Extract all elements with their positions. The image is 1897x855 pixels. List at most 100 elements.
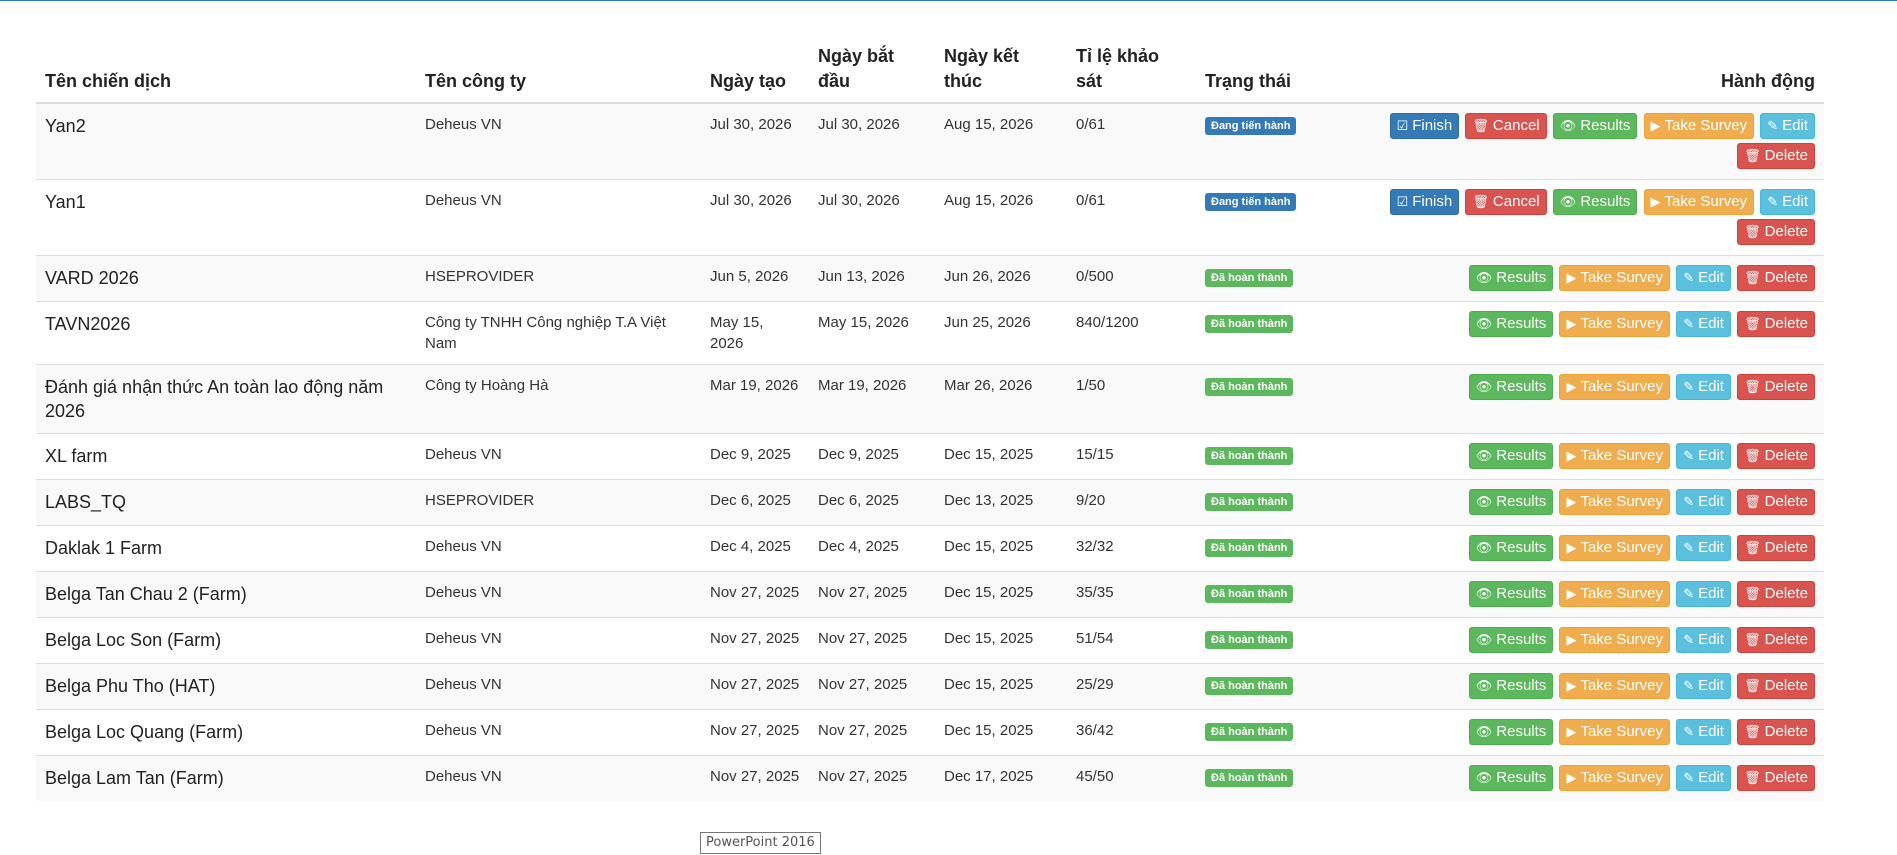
delete-button[interactable]: 🗑 Delete (1737, 489, 1815, 515)
campaign-name: Belga Lam Tan (Farm) (36, 755, 416, 801)
edit-button[interactable]: ✎ Edit (1676, 627, 1731, 653)
header-start-date: Ngày bắt đầu (809, 36, 935, 104)
take-survey-button-label: Take Survey (1580, 269, 1664, 286)
take-survey-button[interactable]: ▶ Take Survey (1559, 311, 1671, 337)
results-button[interactable]: 👁 Results (1552, 189, 1638, 215)
edit-button[interactable]: ✎ Edit (1676, 535, 1731, 561)
take-survey-button[interactable]: ▶ Take Survey (1559, 765, 1671, 791)
results-button[interactable]: 👁 Results (1468, 765, 1554, 791)
edit-button[interactable]: ✎ Edit (1676, 374, 1731, 400)
results-button[interactable]: 👁 Results (1552, 113, 1638, 139)
campaign-name: TAVN2026 (36, 301, 416, 365)
results-button[interactable]: 👁 Results (1468, 627, 1554, 653)
edit-icon: ✎ (1683, 448, 1695, 463)
company-name: Deheus VN (416, 663, 701, 710)
campaign-name: XL farm (36, 433, 416, 480)
eye-icon: 👁 (1475, 632, 1493, 647)
results-button[interactable]: 👁 Results (1468, 311, 1554, 337)
take-survey-button[interactable]: ▶ Take Survey (1559, 581, 1671, 607)
take-survey-button[interactable]: ▶ Take Survey (1559, 443, 1671, 469)
delete-button[interactable]: 🗑 Delete (1737, 219, 1815, 245)
trash-icon: 🗑 (1472, 118, 1489, 133)
results-button[interactable]: 👁 Results (1468, 489, 1554, 515)
take-survey-button[interactable]: ▶ Take Survey (1559, 535, 1671, 561)
edit-button[interactable]: ✎ Edit (1676, 311, 1731, 337)
take-survey-button-label: Take Survey (1580, 378, 1664, 395)
company-name: Deheus VN (416, 571, 701, 618)
delete-button[interactable]: 🗑 Delete (1737, 143, 1815, 169)
results-button[interactable]: 👁 Results (1468, 535, 1554, 561)
delete-button[interactable]: 🗑 Delete (1737, 443, 1815, 469)
campaign-name: Belga Tan Chau 2 (Farm) (36, 571, 416, 618)
take-survey-button[interactable]: ▶ Take Survey (1559, 489, 1671, 515)
finish-button[interactable]: ☑ Finish (1389, 113, 1460, 139)
delete-button[interactable]: 🗑 Delete (1737, 535, 1815, 561)
edit-button[interactable]: ✎ Edit (1676, 265, 1731, 291)
cancel-button-label: Cancel (1492, 117, 1540, 134)
created-date: Dec 9, 2025 (701, 433, 809, 480)
created-date: Nov 27, 2025 (701, 571, 809, 618)
results-button[interactable]: 👁 Results (1468, 265, 1554, 291)
finish-button[interactable]: ☑ Finish (1389, 189, 1460, 215)
edit-button[interactable]: ✎ Edit (1676, 673, 1731, 699)
take-survey-button[interactable]: ▶ Take Survey (1559, 374, 1671, 400)
table-row: TAVN2026 Công ty TNHH Công nghiệp T.A Việ… (36, 301, 1824, 365)
take-survey-button[interactable]: ▶ Take Survey (1559, 265, 1671, 291)
delete-button[interactable]: 🗑 Delete (1737, 673, 1815, 699)
cancel-button[interactable]: 🗑 Cancel (1465, 113, 1547, 139)
start-date: Dec 6, 2025 (809, 479, 935, 526)
edit-icon: ✎ (1683, 379, 1695, 394)
results-button-label: Results (1496, 677, 1547, 694)
play-icon: ▶ (1650, 194, 1661, 209)
edit-button[interactable]: ✎ Edit (1676, 719, 1731, 745)
results-button[interactable]: 👁 Results (1468, 374, 1554, 400)
created-date: Jul 30, 2026 (701, 102, 809, 180)
edit-button[interactable]: ✎ Edit (1676, 443, 1731, 469)
actions-cell: 👁 Results ▶ Take Survey ✎ Edit 🗑 Delete (1371, 525, 1824, 572)
take-survey-button[interactable]: ▶ Take Survey (1559, 627, 1671, 653)
results-button[interactable]: 👁 Results (1468, 443, 1554, 469)
status-cell: Đã hoàn thành (1196, 364, 1371, 434)
end-date: Dec 15, 2025 (935, 663, 1067, 710)
take-survey-button[interactable]: ▶ Take Survey (1643, 189, 1755, 215)
eye-icon: 👁 (1559, 118, 1577, 133)
delete-button[interactable]: 🗑 Delete (1737, 581, 1815, 607)
campaign-name: Belga Loc Son (Farm) (36, 617, 416, 664)
delete-button[interactable]: 🗑 Delete (1737, 627, 1815, 653)
edit-icon: ✎ (1683, 270, 1695, 285)
table-row: Yan1 Deheus VN Jul 30, 2026 Jul 30, 2026 Aug… (36, 179, 1824, 256)
start-date: Dec 9, 2025 (809, 433, 935, 480)
take-survey-button[interactable]: ▶ Take Survey (1559, 719, 1671, 745)
company-name: HSEPROVIDER (416, 479, 701, 526)
trash-icon: 🗑 (1744, 448, 1761, 463)
campaign-name: Yan2 (36, 102, 416, 180)
results-button[interactable]: 👁 Results (1468, 581, 1554, 607)
edit-button[interactable]: ✎ Edit (1676, 581, 1731, 607)
edit-icon: ✎ (1767, 118, 1779, 133)
end-date: Dec 17, 2025 (935, 755, 1067, 801)
survey-ratio: 1/50 (1067, 364, 1196, 434)
edit-button[interactable]: ✎ Edit (1676, 489, 1731, 515)
edit-button[interactable]: ✎ Edit (1760, 189, 1815, 215)
play-icon: ▶ (1566, 379, 1577, 394)
delete-button-label: Delete (1764, 677, 1808, 694)
trash-icon: 🗑 (1744, 270, 1761, 285)
company-name: Deheus VN (416, 525, 701, 572)
delete-button[interactable]: 🗑 Delete (1737, 311, 1815, 337)
delete-button[interactable]: 🗑 Delete (1737, 719, 1815, 745)
edit-button[interactable]: ✎ Edit (1676, 765, 1731, 791)
take-survey-button[interactable]: ▶ Take Survey (1559, 673, 1671, 699)
results-button[interactable]: 👁 Results (1468, 719, 1554, 745)
edit-button[interactable]: ✎ Edit (1760, 113, 1815, 139)
results-button[interactable]: 👁 Results (1468, 673, 1554, 699)
header-end-date: Ngày kết thúc (935, 36, 1067, 104)
delete-button[interactable]: 🗑 Delete (1737, 374, 1815, 400)
trash-icon: 🗑 (1744, 494, 1761, 509)
table-row: Belga Lam Tan (Farm) Deheus VN Nov 27, 202… (36, 755, 1824, 801)
cancel-button[interactable]: 🗑 Cancel (1465, 189, 1547, 215)
delete-button[interactable]: 🗑 Delete (1737, 265, 1815, 291)
take-survey-button[interactable]: ▶ Take Survey (1643, 113, 1755, 139)
delete-button[interactable]: 🗑 Delete (1737, 765, 1815, 791)
company-name: HSEPROVIDER (416, 255, 701, 302)
results-button-label: Results (1580, 117, 1631, 134)
